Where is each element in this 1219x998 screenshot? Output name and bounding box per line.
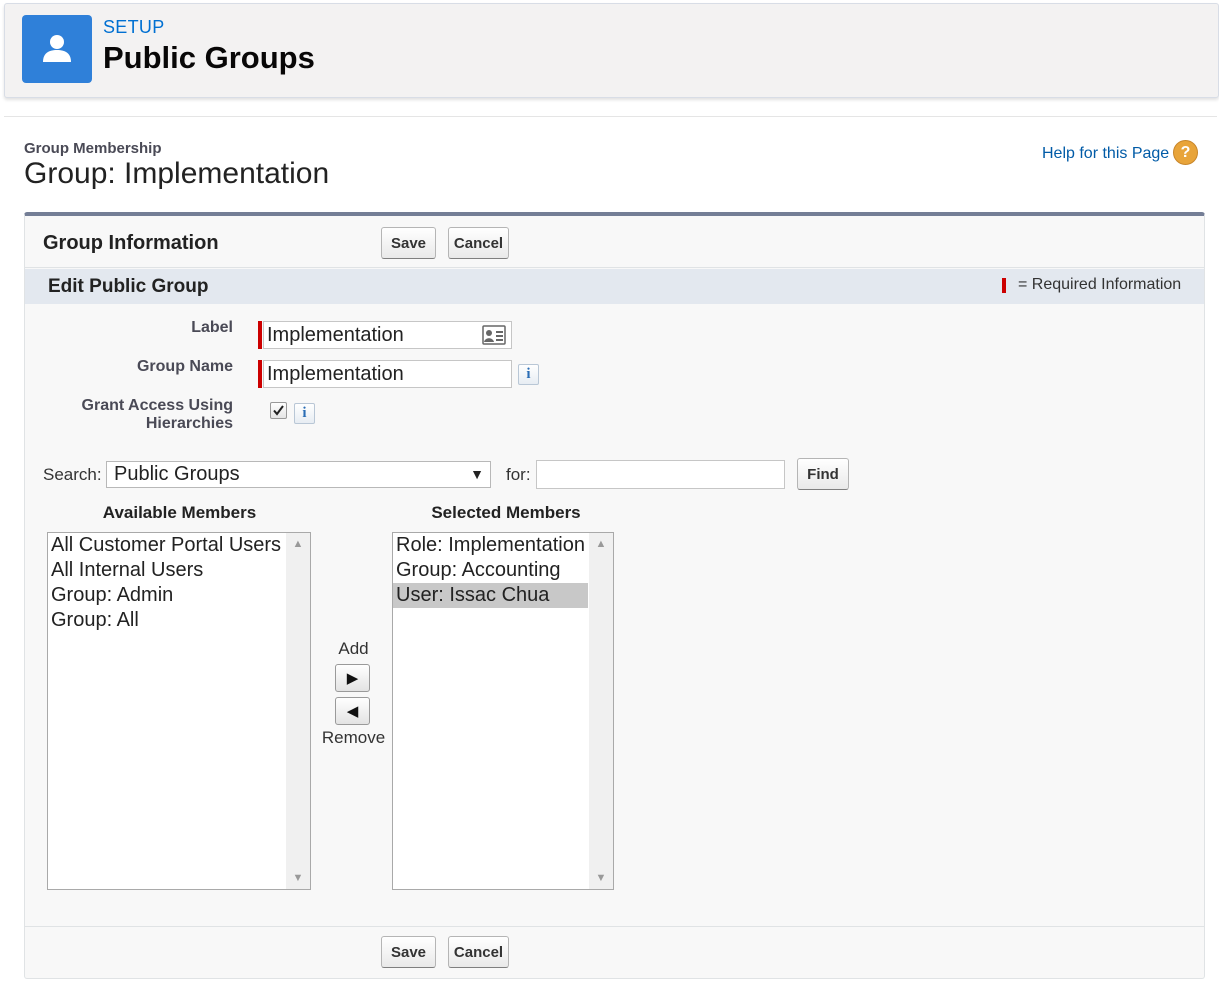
setup-eyebrow: SETUP bbox=[103, 17, 165, 37]
required-legend: = Required Information bbox=[1018, 276, 1182, 293]
grant-access-checkbox[interactable] bbox=[270, 402, 287, 419]
search-for-input[interactable] bbox=[536, 460, 785, 489]
scroll-down-arrow-icon[interactable]: ▼ bbox=[286, 868, 310, 888]
search-label: Search: bbox=[43, 465, 102, 484]
selected-members-header: Selected Members bbox=[431, 503, 581, 522]
block-divider bbox=[25, 267, 1204, 268]
selected-member-option[interactable]: User: Issac Chua bbox=[393, 583, 588, 608]
label-input[interactable] bbox=[263, 321, 512, 349]
arrow-left-icon: ◀ bbox=[346, 703, 359, 720]
available-member-option[interactable]: Group: Admin bbox=[48, 583, 284, 608]
group-name-field-label: Group Name bbox=[136, 358, 233, 375]
page-eyebrow: Group Membership bbox=[24, 140, 162, 157]
remove-label: Remove bbox=[321, 728, 386, 747]
grant-access-label-line1: Grant Access Using bbox=[81, 397, 233, 414]
scrollbar[interactable]: ▲ ▼ bbox=[286, 533, 310, 889]
grant-access-label-line2: Hierarchies bbox=[145, 415, 233, 432]
available-members-header: Available Members bbox=[102, 503, 257, 522]
scroll-up-arrow-icon[interactable]: ▲ bbox=[589, 534, 613, 554]
required-indicator bbox=[258, 321, 262, 349]
selected-items: Role: Implementation Group: Accounting Use… bbox=[393, 533, 588, 608]
add-label: Add bbox=[338, 639, 369, 658]
info-icon[interactable]: i bbox=[294, 403, 315, 424]
selected-member-option[interactable]: Group: Accounting bbox=[393, 558, 588, 583]
required-marker bbox=[1002, 278, 1006, 293]
dropdown-arrow-icon: ▼ bbox=[470, 466, 484, 482]
info-icon[interactable]: i bbox=[518, 364, 539, 385]
required-indicator bbox=[258, 360, 262, 388]
available-member-option[interactable]: Group: All bbox=[48, 608, 284, 633]
save-button-top[interactable]: Save bbox=[381, 227, 436, 259]
available-member-option[interactable]: All Internal Users bbox=[48, 558, 284, 583]
scrollbar[interactable]: ▲ ▼ bbox=[589, 533, 613, 889]
help-link[interactable]: Help for this Page bbox=[1042, 145, 1169, 163]
scroll-down-arrow-icon[interactable]: ▼ bbox=[589, 868, 613, 888]
cancel-button-top[interactable]: Cancel bbox=[448, 227, 509, 259]
search-scope-value: Public Groups bbox=[114, 463, 240, 485]
selected-member-option[interactable]: Role: Implementation bbox=[393, 533, 588, 558]
available-member-option[interactable]: All Customer Portal Users bbox=[48, 533, 284, 558]
checkmark-icon bbox=[273, 405, 284, 416]
for-label: for: bbox=[506, 465, 531, 484]
scroll-up-arrow-icon[interactable]: ▲ bbox=[286, 534, 310, 554]
label-field-label: Label bbox=[191, 319, 233, 336]
selected-members-list[interactable]: Role: Implementation Group: Accounting Use… bbox=[392, 532, 614, 890]
available-items: All Customer Portal Users All Internal Us… bbox=[48, 533, 284, 633]
page-title: Group: Implementation bbox=[24, 157, 330, 190]
group-name-input[interactable] bbox=[263, 360, 512, 388]
remove-button[interactable]: ◀ bbox=[335, 697, 370, 725]
available-members-list[interactable]: All Customer Portal Users All Internal Us… bbox=[47, 532, 311, 890]
user-icon bbox=[22, 15, 92, 83]
footer-divider bbox=[25, 926, 1204, 927]
block-title: Group Information bbox=[43, 232, 219, 254]
save-button-bottom[interactable]: Save bbox=[381, 936, 436, 968]
search-scope-select[interactable]: Public Groups ▼ bbox=[106, 461, 491, 488]
find-button[interactable]: Find bbox=[797, 458, 849, 490]
arrow-right-icon: ▶ bbox=[346, 670, 359, 687]
section-title: Edit Public Group bbox=[48, 276, 209, 297]
help-question-icon[interactable]: ? bbox=[1173, 140, 1198, 165]
cancel-button-bottom[interactable]: Cancel bbox=[448, 936, 509, 968]
add-button[interactable]: ▶ bbox=[335, 664, 370, 692]
setup-title: Public Groups bbox=[103, 40, 315, 75]
contact-card-icon[interactable] bbox=[482, 325, 506, 345]
grant-access-field-label: Grant Access Using Hierarchies bbox=[60, 397, 233, 433]
